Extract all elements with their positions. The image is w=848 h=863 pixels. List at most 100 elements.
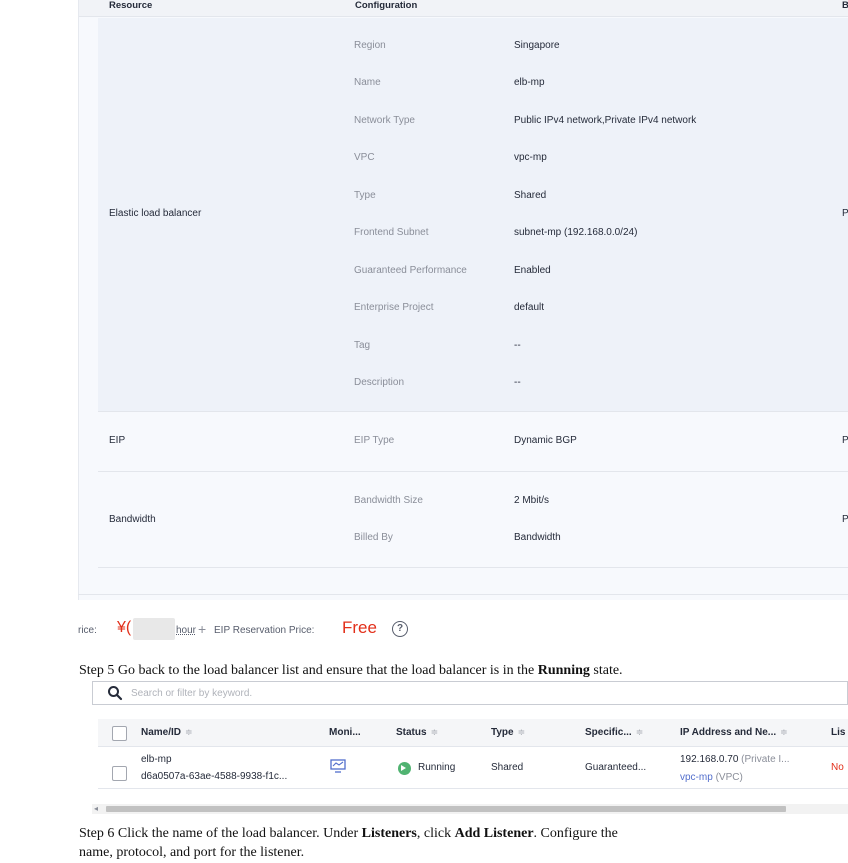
col-name-id[interactable]: Name/ID ≑ [141,727,193,738]
cfg-key-frontend-subnet: Frontend Subnet [354,227,429,238]
col-ip-address-label: IP Address and Ne... [680,727,777,738]
row-checkbox[interactable] [112,766,127,781]
cfg-value-name: elb-mp [514,77,545,88]
lb-id: d6a0507a-63ae-4588-9938-f1c... [141,771,288,782]
col-monitoring: Moni... [329,727,361,738]
step-6-bold-1: Listeners [361,826,417,841]
divider [98,471,848,472]
cfg-value-network-type: Public IPv4 network,Private IPv4 network [514,115,697,126]
table-header: Name/ID ≑ Moni... Status ≑ Type ≑ Specific.… [98,719,848,747]
config-table-header: Resource Configuration B [79,0,848,17]
header-billing: B [842,0,848,11]
eip-reservation-price: Free [342,618,377,637]
col-listeners: Lis [831,727,846,738]
scrollbar-thumb[interactable] [106,806,786,812]
divider [78,594,848,595]
cfg-value-region: Singapore [514,40,560,51]
ip-value: 192.168.0.70 [680,754,739,765]
scroll-left-icon[interactable]: ◂ [94,804,98,814]
price-currency: ¥( [117,619,132,636]
status-text: Running [418,762,456,773]
header-resource: Resource [109,0,153,11]
cfg-key-description: Description [354,377,405,388]
sort-icon[interactable]: ≑ [185,727,193,737]
resource-elb: Elastic load balancer [109,208,202,219]
search-input[interactable]: Search or filter by keyword. [131,688,252,699]
sort-icon[interactable]: ≑ [518,727,526,737]
cfg-key-region: Region [354,40,386,51]
cfg-value-enterprise-project: default [514,302,545,313]
price-redaction [133,618,175,640]
col-type[interactable]: Type ≑ [491,727,525,738]
col-specification[interactable]: Specific... ≑ [585,727,643,738]
sort-icon[interactable]: ≑ [636,727,644,737]
step-6-line-2: name, protocol, and port for the listene… [79,845,305,860]
col-name-id-label: Name/ID [141,727,182,738]
cfg-value-vpc: vpc-mp [514,152,547,163]
col-specification-label: Specific... [585,727,632,738]
vpc-info: vpc-mp (VPC) [680,772,743,783]
cfg-key-eip-type: EIP Type [354,435,395,446]
cfg-key-name: Name [354,77,381,88]
step-6-bold-2: Add Listener [454,826,534,841]
help-icon[interactable]: ? [392,621,408,637]
type-text: Shared [491,762,524,773]
spec-text: Guaranteed... [585,762,647,773]
cfg-key-type: Type [354,190,376,201]
search-icon [108,686,123,701]
cfg-value-description: -- [514,377,521,388]
step-5-prefix: Step 5 Go back to the load balancer list… [79,663,538,678]
col-type-label: Type [491,727,514,738]
col-status-label: Status [396,727,427,738]
billing-eip: P [842,435,848,446]
table-row[interactable]: elb-mp d6a0507a-63ae-4588-9938-f1c... Ru… [98,747,848,789]
select-all-checkbox[interactable] [112,726,127,741]
cfg-key-enterprise-project: Enterprise Project [354,302,434,313]
price-label: rice: [78,625,97,636]
cfg-value-guaranteed-performance: Enabled [514,265,551,276]
ip-address: 192.168.0.70 (Private I... [680,754,790,765]
monitor-icon[interactable] [330,759,346,773]
cfg-key-billed-by: Billed By [354,532,393,543]
resource-eip: EIP [109,435,126,446]
cfg-key-tag: Tag [354,340,371,351]
plus-icon: + [198,621,207,637]
step-6-part-1: Step 6 Click the name of the load balanc… [79,826,362,841]
step-6-part-3: . Configure the [533,826,618,841]
running-status-icon [398,762,411,775]
step-5-text: Step 5 Go back to the load balancer list… [79,661,623,681]
col-status[interactable]: Status ≑ [396,727,438,738]
header-configuration: Configuration [355,0,418,11]
cfg-value-tag: -- [514,340,521,351]
horizontal-scrollbar[interactable]: ◂ [92,804,848,814]
sort-icon[interactable]: ≑ [780,727,788,737]
cfg-key-bandwidth-size: Bandwidth Size [354,495,423,506]
eip-reservation-label: EIP Reservation Price: [214,625,315,636]
search-bar[interactable]: Search or filter by keyword. [92,681,848,705]
cfg-value-frontend-subnet: subnet-mp (192.168.0.0/24) [514,227,638,238]
cfg-value-bandwidth-size: 2 Mbit/s [514,495,550,506]
lb-name-link[interactable]: elb-mp [141,754,172,765]
price-row: rice: ¥( hour + EIP Reservation Price: F… [78,618,478,640]
price-unit[interactable]: hour [176,625,196,636]
step-6-line-1: Step 6 Click the name of the load balanc… [79,824,618,844]
billing-elb: P [842,208,848,219]
listener-text[interactable]: No [831,762,844,773]
cfg-value-type: Shared [514,190,547,201]
cfg-value-billed-by: Bandwidth [514,532,561,543]
step-6-part-2: , click [416,826,455,841]
cfg-key-vpc: VPC [354,152,375,163]
billing-bandwidth: P [842,514,848,525]
vpc-note: (VPC) [715,772,743,783]
divider [98,411,848,412]
sort-icon[interactable]: ≑ [431,727,439,737]
col-ip-address[interactable]: IP Address and Ne... ≑ [680,727,788,738]
divider [98,567,848,568]
cfg-value-eip-type: Dynamic BGP [514,435,577,446]
vpc-link[interactable]: vpc-mp [680,772,713,783]
ip-note: (Private I... [741,754,790,765]
step-5-bold: Running [537,663,590,678]
cfg-key-network-type: Network Type [354,115,415,126]
step-5-suffix: state. [589,663,623,678]
cfg-key-guaranteed-performance: Guaranteed Performance [354,265,467,276]
